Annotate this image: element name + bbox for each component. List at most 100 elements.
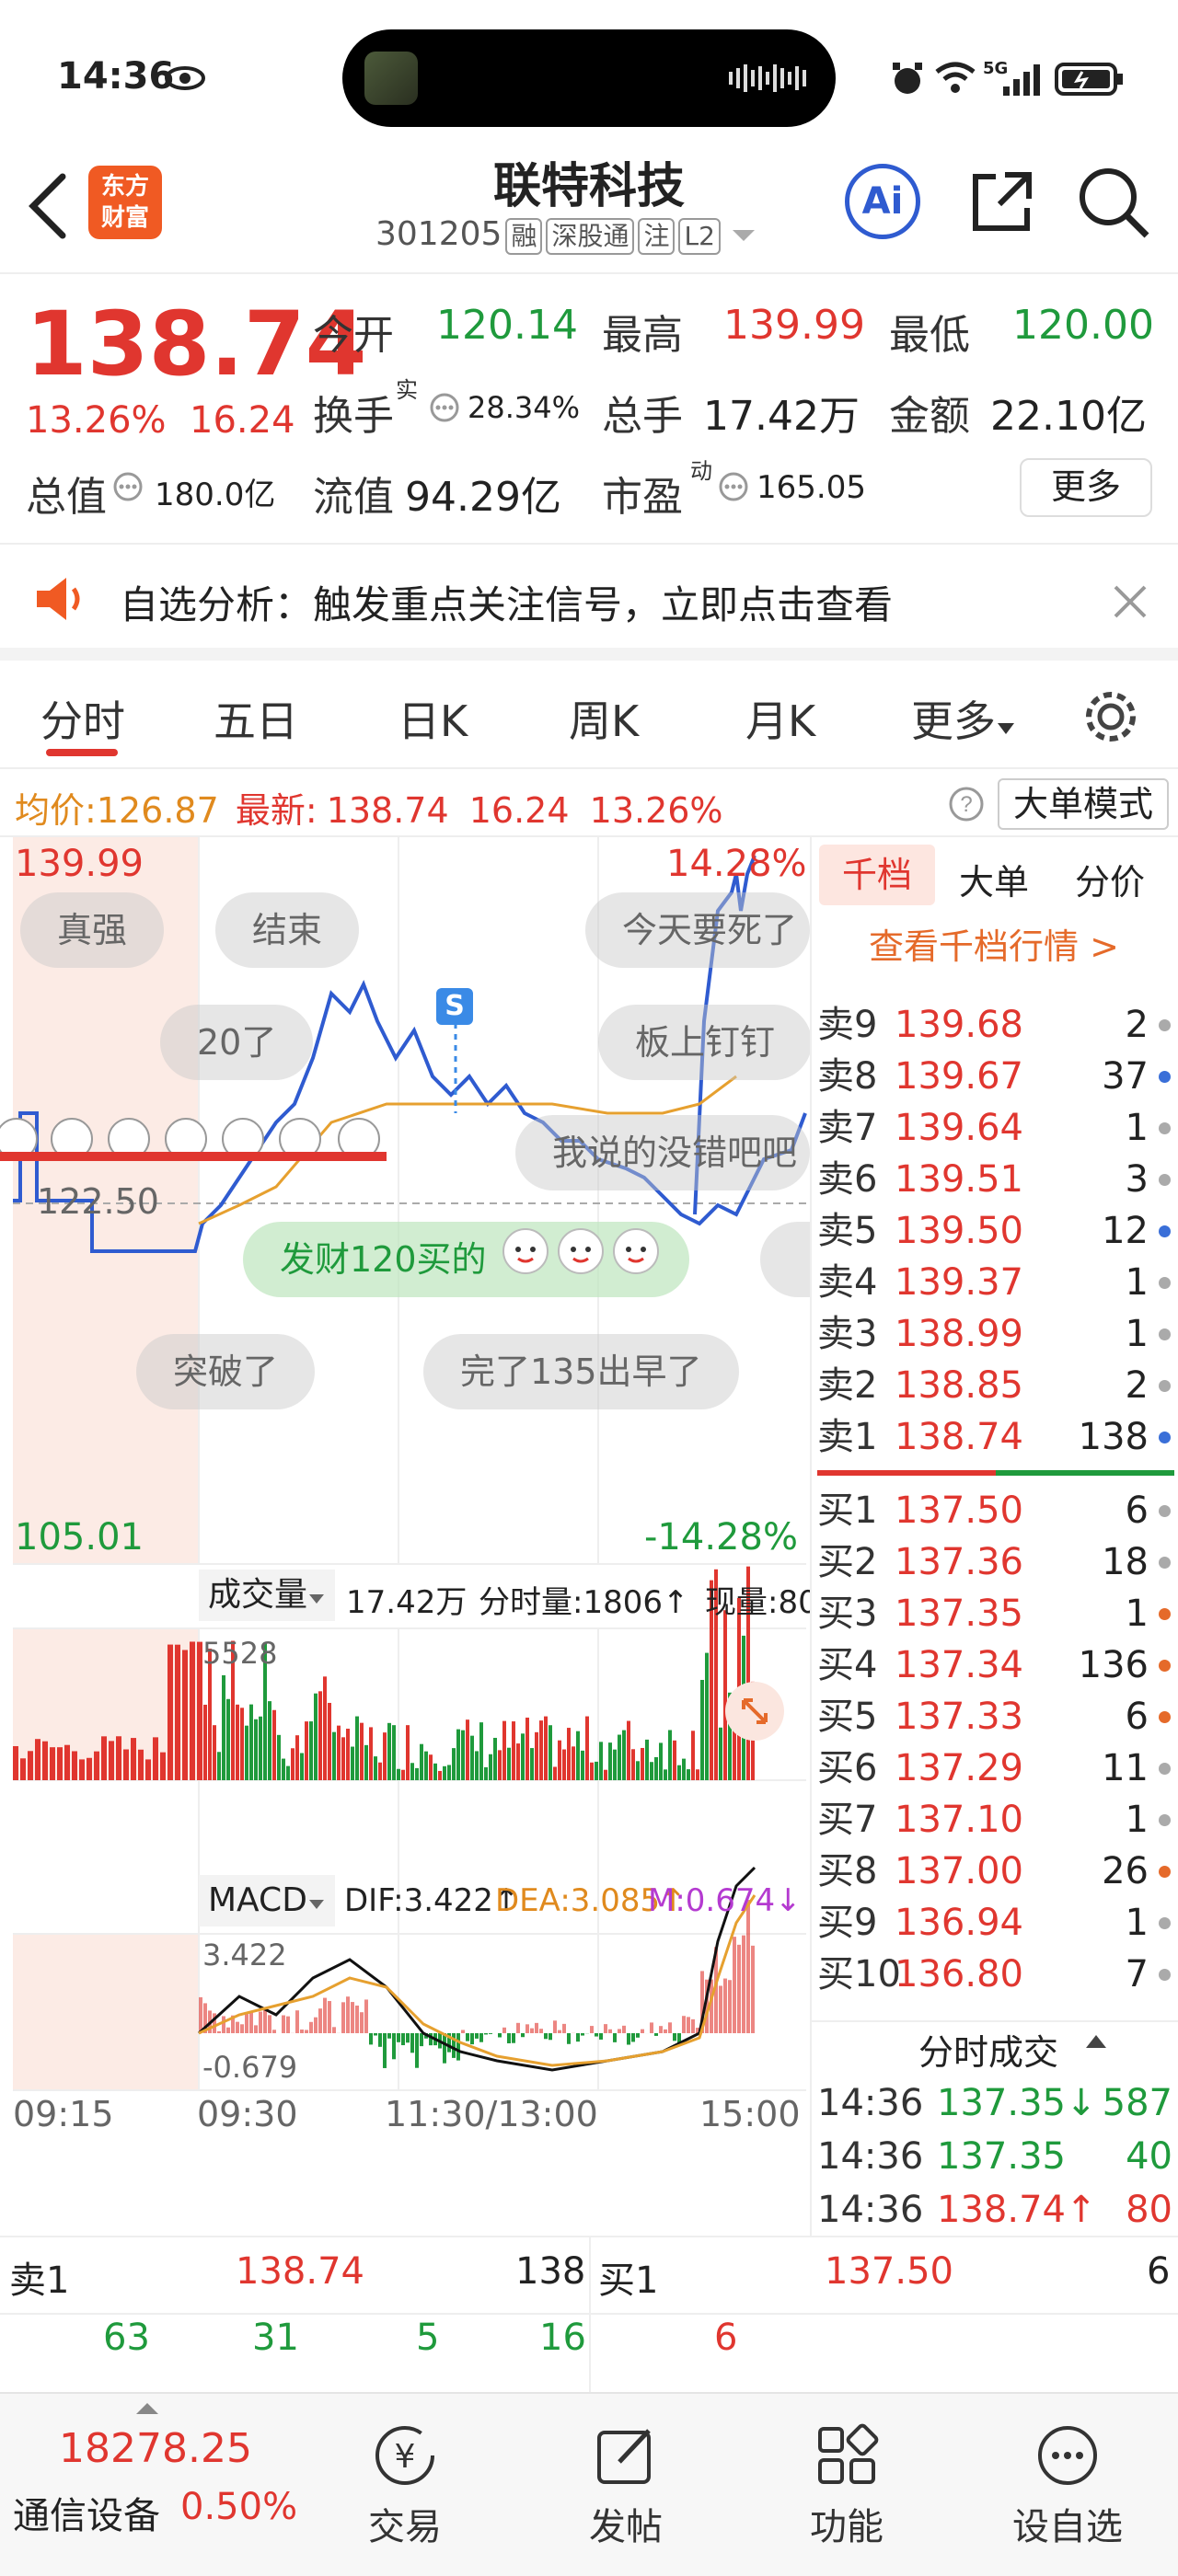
ask-row[interactable]: 卖9 139.68 2 [812,999,1178,1051]
volume-bar [604,1769,607,1780]
ask-breakdown-item: 16 [539,2317,586,2359]
ask-row[interactable]: 卖2 138.85 2 [812,1360,1178,1411]
index-value[interactable]: 18278.25 [59,2425,252,2472]
tab-daily-k[interactable]: 日K [398,688,468,749]
volume-bar [160,1752,166,1780]
ask-row[interactable]: 卖3 138.99 1 [812,1308,1178,1360]
bid-row[interactable]: 买5 137.33 6 [812,1691,1178,1742]
danmu-bubble[interactable]: 20了 [160,1005,314,1080]
avg-label: 均价: [15,790,97,831]
danmu-bubble[interactable]: 结束 [215,892,360,968]
bid-row[interactable]: 买8 137.00 26 [812,1846,1178,1897]
ask-row[interactable]: 卖5 139.50 12 [812,1205,1178,1257]
bid-row[interactable]: 买7 137.10 1 [812,1794,1178,1846]
ask-row[interactable]: 卖1 138.74 138 [812,1411,1178,1463]
bid-level: 买8 [817,1850,878,1892]
danmu-bubble[interactable]: 突破了 [136,1334,316,1409]
macd-bar [498,2033,502,2038]
latest-change: 16.24 [468,790,570,831]
volume-bar [72,1751,77,1780]
bid-volume: 7 [1125,1953,1149,1995]
settings-gear-icon[interactable] [1082,688,1139,745]
order-dot-icon [1159,1505,1171,1517]
ask-row[interactable]: 卖6 139.51 3 [812,1154,1178,1205]
index-name[interactable]: 通信设备 [13,2486,160,2539]
macd-bar [618,2029,621,2033]
depth-link[interactable]: 查看千档行情 > [869,918,1119,969]
trade-row[interactable]: 14:36 138.74↑ 80 [812,2184,1178,2236]
current-volume: 现量:80 [705,1584,810,1621]
volume-indicator-selector[interactable]: 成交量 [199,1570,336,1621]
close-icon[interactable] [1112,583,1149,620]
macd-bar [369,2033,373,2045]
book-tab-depth[interactable]: 千档 [819,845,935,905]
trade-time: 14:36 [817,2135,924,2178]
volume-bar [268,1701,271,1780]
trade-row[interactable]: 14:36 137.35↓ 587 [812,2077,1178,2129]
macd-bar [576,2033,580,2042]
volume-max: 5528 [202,1636,278,1671]
intraday-chart[interactable]: 139.99 14.28% 122.50 105.01 -14.28% S 真强… [0,837,813,2236]
tab-five-day[interactable]: 五日 [214,688,298,749]
status-bar: 14:36 5G [0,0,1178,138]
bid-row[interactable]: 买6 137.29 11 [812,1742,1178,1794]
nav-post[interactable]: 发帖 [552,2421,699,2550]
bid-volume: 136 [1078,1644,1149,1686]
search-icon[interactable] [1077,166,1150,239]
bid-volume: 6 [1125,1489,1149,1532]
big-order-mode-button[interactable]: 大单模式 [998,778,1169,830]
index-pct[interactable]: 0.50% [180,2486,297,2528]
book-tab-price[interactable]: 分价 [1075,854,1145,904]
ask-row[interactable]: 卖7 139.64 1 [812,1102,1178,1154]
triangle-up-icon[interactable] [134,2401,160,2416]
bid-row[interactable]: 买10 136.80 7 [812,1949,1178,2000]
bid-row[interactable]: 买1 137.50 6 [812,1485,1178,1536]
expand-icon [742,1698,768,1724]
ask-row[interactable]: 卖4 139.37 1 [812,1257,1178,1308]
macd-bar [733,1937,736,2033]
volume-bar [608,1742,612,1780]
nav-trade[interactable]: ¥ 交易 [331,2421,479,2550]
bid-row[interactable]: 买2 137.36 18 [812,1536,1178,1588]
tab-intraday[interactable]: 分时 [40,688,125,749]
danmu-bubble[interactable]: 完了135出早了 [423,1334,739,1409]
nav-functions[interactable]: 功能 [773,2421,920,2550]
latest-pct: 13.26% [589,790,723,831]
trade-row[interactable]: 14:36 137.35 40 [812,2131,1178,2182]
trades-title[interactable]: 分时成交 [918,2024,1058,2075]
share-icon[interactable] [968,167,1036,236]
macd-bar [631,2033,635,2042]
bid-level: 买2 [817,1541,878,1583]
danmu-bubble[interactable]: 今天要死了 [585,892,810,968]
volume-bar [438,1770,442,1780]
emoji-group [498,1224,664,1301]
danmu-bubble[interactable]: 真强 [20,892,165,968]
help-icon[interactable]: ? [948,786,985,822]
ai-button[interactable]: Ai [845,164,920,239]
expand-button[interactable] [725,1682,784,1741]
danmu-bubble-green[interactable]: 发财120买的 [243,1222,689,1297]
volume-bar [618,1734,621,1780]
danmu-bubble[interactable]: 我说的没错吧吧 [515,1115,810,1190]
tab-monthly-k[interactable]: 月K [745,688,815,749]
stock-code-line[interactable]: 301205 融深股通注 L2 [375,215,756,255]
book-tab-big-orders[interactable]: 大单 [959,854,1029,904]
notice-banner[interactable]: 自选分析：触发重点关注信号，立即点击查看 [0,543,1178,661]
ask-row[interactable]: 卖8 139.67 37 [812,1051,1178,1102]
tab-more[interactable]: 更多 [911,688,1016,749]
nav-add-watchlist[interactable]: 设自选 [994,2421,1141,2550]
tab-weekly-k[interactable]: 周K [569,688,639,749]
danmu-bubble[interactable]: 板上钉钉 [598,1005,813,1080]
s-marker[interactable]: S [436,988,473,1025]
bid-row[interactable]: 买4 137.34 136 [812,1639,1178,1691]
macd-indicator-selector[interactable]: MACD [199,1875,335,1926]
macd-bar [650,2022,653,2033]
more-button[interactable]: 更多 [1020,458,1152,517]
chart-low-pct: -14.28% [644,1516,798,1558]
bid-row[interactable]: 买9 136.94 1 [812,1897,1178,1949]
macd-bar [654,2033,658,2036]
volume-bar [28,1751,33,1780]
face-emoji-icon [502,1227,549,1274]
macd-bar [691,2018,695,2033]
bid-row[interactable]: 买3 137.35 1 [812,1588,1178,1639]
